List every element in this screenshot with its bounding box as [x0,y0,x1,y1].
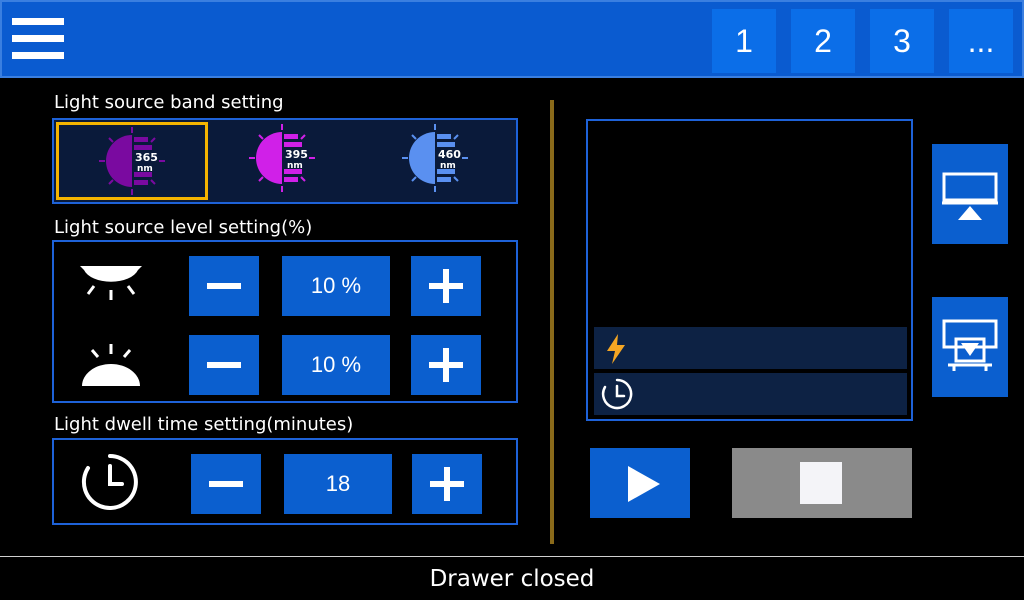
time-row [594,373,907,415]
band-460-button[interactable]: 460 nm [362,122,514,200]
dwell-decrease-button[interactable] [191,454,261,514]
band-365-unit: nm [137,164,153,174]
band-section-title: Light source band setting [54,92,284,113]
bottom-light-icon [82,344,140,386]
drawer-close-button[interactable] [932,297,1008,397]
band-395-wavelength: 395 [285,148,308,161]
tab-2-button[interactable]: 2 [791,9,855,73]
blue-bulb-460-icon: 460 nm [402,124,468,192]
drawer-open-button[interactable] [932,144,1008,244]
band-selector: 365 nm 395 nm 460 nm [52,118,518,204]
dwell-panel: 18 [52,438,518,525]
dwell-increase-button[interactable] [412,454,482,514]
timer-icon [601,378,633,410]
top-level-value: 10 % [282,256,390,316]
more-button[interactable]: ... [949,9,1013,73]
level-section-title: Light source level setting(%) [54,217,313,238]
top-level-increase-button[interactable] [411,256,481,316]
lightning-icon [607,334,625,364]
band-365-button[interactable]: 365 nm [56,122,208,200]
band-460-wavelength: 460 [438,148,461,161]
tab-3-button[interactable]: 3 [870,9,934,73]
top-bar: 1 2 3 ... [0,0,1024,78]
drawer-eject-icon [942,172,998,220]
status-display [586,119,913,421]
top-level-decrease-button[interactable] [189,256,259,316]
drawer-status-text: Drawer closed [429,566,595,592]
tab-1-button[interactable]: 1 [712,9,776,73]
dwell-section-title: Light dwell time setting(minutes) [54,414,354,435]
bottom-level-increase-button[interactable] [411,335,481,395]
play-icon [628,466,660,502]
drawer-retract-icon [942,319,998,371]
dwell-value: 18 [284,454,392,514]
clock-icon [81,454,138,510]
uv-bulb-365-icon: 365 nm [99,127,165,195]
level-panel: 10 % 10 % [52,240,518,403]
stop-button[interactable] [732,448,912,518]
uv-bulb-395-icon: 395 nm [249,124,315,192]
stop-icon [800,462,842,504]
footer-divider [0,556,1024,557]
band-395-button[interactable]: 395 nm [209,122,361,200]
hamburger-menu-icon[interactable] [6,8,70,72]
vertical-divider [550,100,554,544]
bottom-level-value: 10 % [282,335,390,395]
start-button[interactable] [590,448,690,518]
power-row [594,327,907,369]
band-460-unit: nm [440,161,456,171]
band-365-wavelength: 365 [135,151,158,164]
bottom-level-decrease-button[interactable] [189,335,259,395]
band-395-unit: nm [287,161,303,171]
top-light-icon [80,266,142,300]
